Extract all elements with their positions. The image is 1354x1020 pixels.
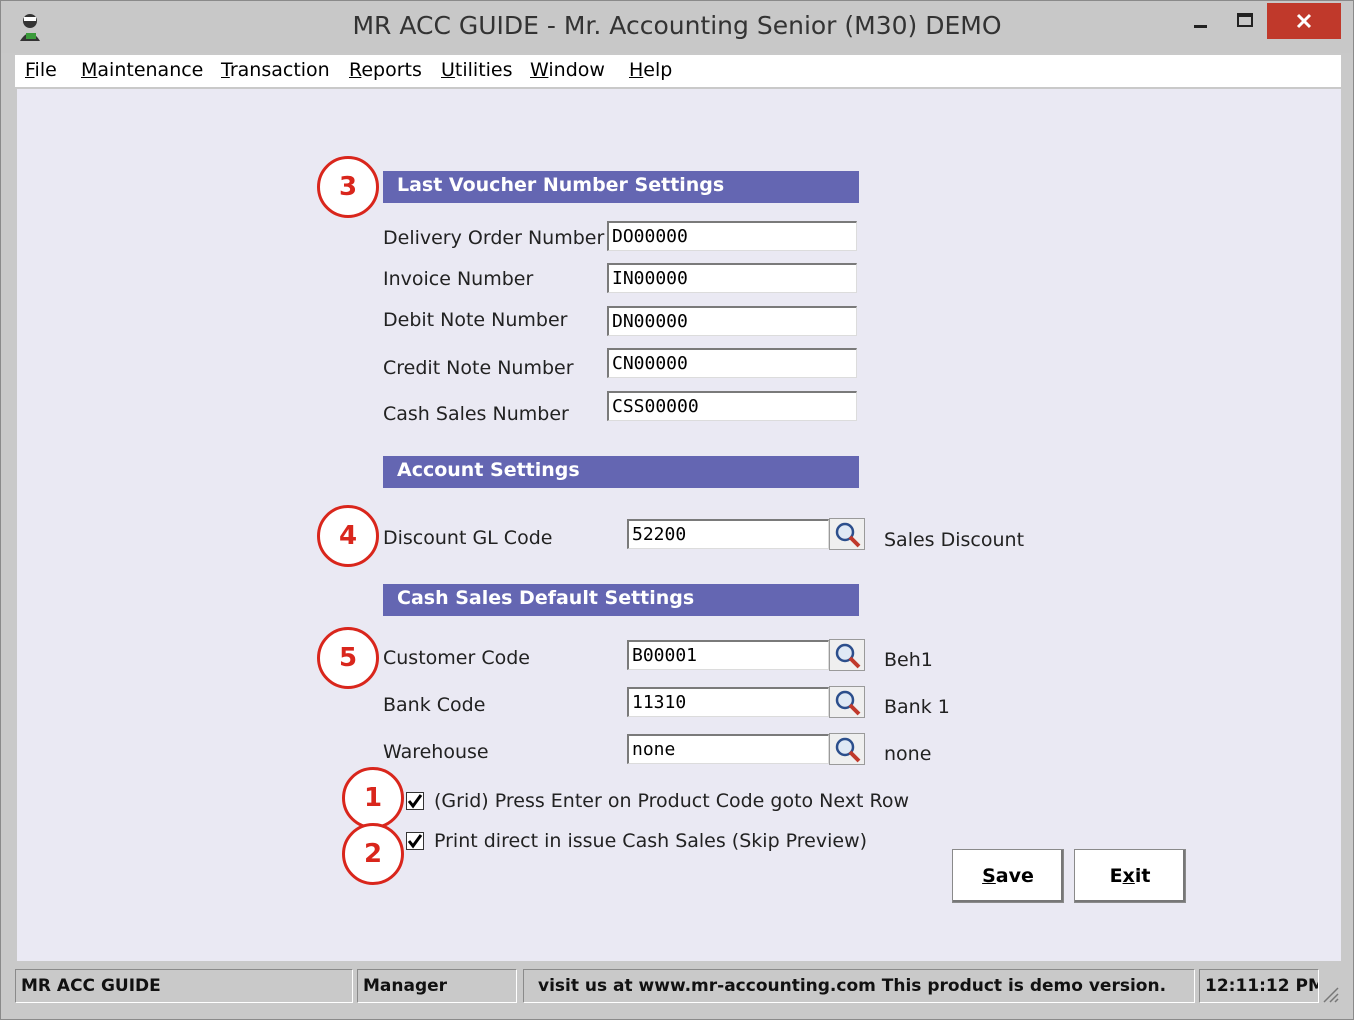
status-bar: MR ACC GUIDE Manager visit us at www.mr-…	[15, 967, 1341, 1007]
cash-sales-number-label: Cash Sales Number	[383, 403, 569, 425]
delivery-order-input[interactable]	[607, 221, 857, 251]
callout-4: 4	[317, 505, 379, 567]
magnifier-icon	[835, 690, 861, 716]
delivery-order-label: Delivery Order Number	[383, 227, 605, 249]
magnifier-icon	[835, 737, 861, 763]
menu-file[interactable]: File	[25, 59, 57, 81]
credit-note-label: Credit Note Number	[383, 357, 574, 379]
bank-code-label: Bank Code	[383, 694, 486, 716]
magnifier-icon	[835, 522, 861, 548]
exit-button[interactable]: Exit	[1074, 849, 1186, 903]
enter-next-row-label: (Grid) Press Enter on Product Code goto …	[434, 790, 909, 812]
minimize-icon	[1194, 25, 1207, 28]
warehouse-input[interactable]	[627, 734, 829, 764]
customer-code-description: Beh1	[884, 649, 933, 671]
discount-gl-description: Sales Discount	[884, 529, 1025, 551]
voucher-settings-header: Last Voucher Number Settings	[383, 171, 859, 203]
account-settings-header: Account Settings	[383, 456, 859, 488]
magnifier-icon	[835, 643, 861, 669]
warehouse-description: none	[884, 743, 932, 765]
print-direct-checkbox[interactable]	[406, 832, 424, 850]
cash-sales-number-input[interactable]	[607, 391, 857, 421]
cash-sales-settings-header: Cash Sales Default Settings	[383, 584, 859, 616]
title-bar[interactable]: MR ACC GUIDE - Mr. Accounting Senior (M3…	[1, 1, 1353, 53]
menu-reports[interactable]: Reports	[349, 59, 422, 81]
callout-3: 3	[317, 156, 379, 218]
minimize-button[interactable]	[1179, 3, 1223, 39]
customer-code-lookup-button[interactable]	[829, 639, 865, 671]
discount-gl-lookup-button[interactable]	[829, 518, 865, 550]
invoice-number-input[interactable]	[607, 263, 857, 293]
enter-next-row-checkbox[interactable]	[406, 792, 424, 810]
close-icon	[1296, 13, 1312, 29]
status-user: Manager	[357, 969, 517, 1003]
checkmark-icon	[407, 794, 423, 809]
maximize-icon	[1237, 13, 1253, 27]
callout-2: 2	[342, 823, 404, 885]
resize-grip-icon[interactable]	[1321, 985, 1339, 1003]
menu-window[interactable]: Window	[530, 59, 605, 81]
print-direct-label: Print direct in issue Cash Sales (Skip P…	[434, 830, 868, 852]
checkmark-icon	[407, 834, 423, 849]
callout-5: 5	[317, 627, 379, 689]
save-button[interactable]: Save	[952, 849, 1064, 903]
menu-maintenance[interactable]: Maintenance	[81, 59, 203, 81]
status-message: visit us at www.mr-accounting.com This p…	[523, 969, 1195, 1003]
menu-bar: File Maintenance Transaction Reports Uti…	[15, 55, 1341, 87]
callout-1: 1	[342, 767, 404, 829]
warehouse-lookup-button[interactable]	[829, 733, 865, 765]
menu-help[interactable]: Help	[629, 59, 672, 81]
app-window: MR ACC GUIDE - Mr. Accounting Senior (M3…	[0, 0, 1354, 1020]
discount-gl-label: Discount GL Code	[383, 527, 553, 549]
bank-code-description: Bank 1	[884, 696, 950, 718]
maximize-button[interactable]	[1223, 3, 1267, 39]
bank-code-input[interactable]	[627, 687, 829, 717]
window-title: MR ACC GUIDE - Mr. Accounting Senior (M3…	[352, 11, 1002, 40]
menu-utilities[interactable]: Utilities	[441, 59, 513, 81]
status-time: 12:11:12 PM	[1199, 969, 1319, 1003]
status-app-name: MR ACC GUIDE	[15, 969, 353, 1003]
credit-note-input[interactable]	[607, 348, 857, 378]
warehouse-label: Warehouse	[383, 741, 489, 763]
discount-gl-input[interactable]	[627, 519, 829, 549]
close-button[interactable]	[1267, 3, 1341, 39]
debit-note-label: Debit Note Number	[383, 309, 568, 331]
customer-code-input[interactable]	[627, 640, 829, 670]
menu-transaction[interactable]: Transaction	[221, 59, 330, 81]
invoice-number-label: Invoice Number	[383, 268, 534, 290]
customer-code-label: Customer Code	[383, 647, 530, 669]
debit-note-input[interactable]	[607, 306, 857, 336]
bank-code-lookup-button[interactable]	[829, 686, 865, 718]
